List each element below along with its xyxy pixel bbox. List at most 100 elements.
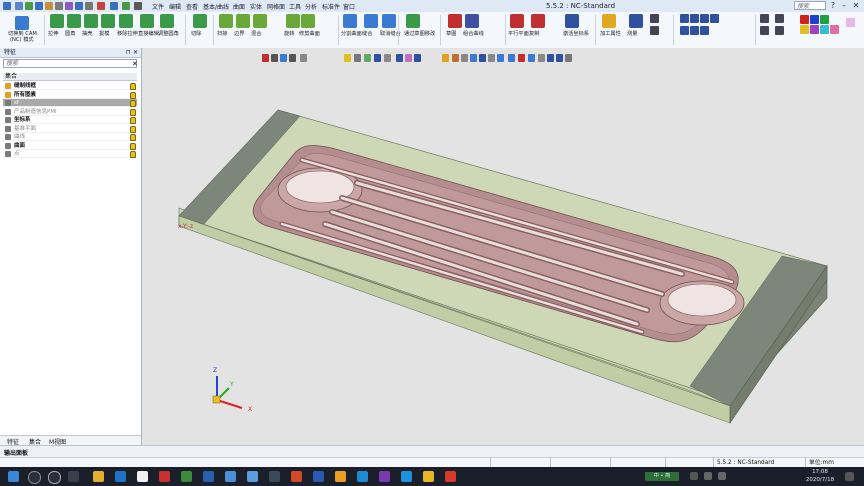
app-icon-red-2[interactable]: [445, 471, 456, 482]
menu-surface[interactable]: 曲面: [233, 2, 245, 11]
output-panel-label[interactable]: 输出面板: [4, 448, 28, 457]
app-icon-folder[interactable]: [269, 471, 280, 482]
tree-row[interactable]: 所有图素: [3, 91, 137, 99]
print-icon[interactable]: [55, 2, 63, 10]
color-palette[interactable]: [800, 15, 840, 43]
ribbon-small-icon[interactable]: [700, 26, 709, 35]
ribbon-small-icon[interactable]: [680, 26, 689, 35]
settings-icon[interactable]: [85, 2, 93, 10]
visibility-bulb-icon[interactable]: [130, 134, 136, 141]
visibility-bulb-icon[interactable]: [130, 151, 136, 158]
onenote-icon[interactable]: [379, 471, 390, 482]
tree-row[interactable]: 坐标系: [3, 116, 137, 124]
export-icon[interactable]: [75, 2, 83, 10]
menu-mesh[interactable]: 网格面: [267, 2, 285, 11]
tree-row[interactable]: 基准平面: [3, 125, 137, 133]
task-view-icon[interactable]: [68, 471, 79, 482]
undo-icon[interactable]: [97, 2, 105, 10]
tree-row[interactable]: 曲线: [3, 133, 137, 141]
app-icon-paper-plane[interactable]: [247, 471, 258, 482]
tray-volume-icon[interactable]: [718, 472, 726, 480]
tree-row[interactable]: sf: [3, 99, 137, 107]
ribbon-small-icon[interactable]: [775, 26, 784, 35]
panel-close-icon[interactable]: ✕: [133, 48, 138, 57]
notification-icon[interactable]: [845, 472, 854, 481]
menu-file[interactable]: 文件: [152, 2, 164, 11]
file-explorer-icon[interactable]: [93, 471, 104, 482]
close-button[interactable]: ✕: [850, 1, 862, 11]
menu-analysis[interactable]: 分析: [305, 2, 317, 11]
filter-icon[interactable]: [134, 2, 142, 10]
panel-search-input[interactable]: 搜索: [3, 59, 137, 68]
ime-indicator[interactable]: 中 ∙ 简: [645, 472, 679, 481]
edge-icon[interactable]: [401, 471, 412, 482]
menu-tools[interactable]: 工具: [289, 2, 301, 11]
minimize-button[interactable]: –: [838, 1, 850, 11]
menu-view[interactable]: 查看: [186, 2, 198, 11]
app-icon-paint[interactable]: [225, 471, 236, 482]
visibility-bulb-icon[interactable]: [130, 100, 136, 107]
tree-row[interactable]: 产品制造信息PMI: [3, 108, 137, 116]
menu-edit[interactable]: 编辑: [169, 2, 181, 11]
app-icon-cad[interactable]: [203, 471, 214, 482]
app-icon-green-cube[interactable]: [137, 471, 148, 482]
palette-icon[interactable]: [846, 18, 855, 27]
folder-icon[interactable]: [45, 2, 53, 10]
redo-icon[interactable]: [110, 2, 118, 10]
menu-solid[interactable]: 实体: [250, 2, 262, 11]
open-file-icon[interactable]: [25, 2, 33, 10]
visibility-bulb-icon[interactable]: [130, 108, 136, 116]
swatch-red[interactable]: [800, 15, 809, 24]
app-icon-orange[interactable]: [291, 471, 302, 482]
tray-network-icon[interactable]: [704, 472, 712, 480]
tree-row[interactable]: 缝制线框: [3, 82, 137, 90]
global-search-input[interactable]: 搜索: [794, 1, 826, 10]
swatch-purple[interactable]: [810, 25, 819, 34]
cortana-icon[interactable]: [48, 471, 61, 484]
swatch-cyan[interactable]: [820, 25, 829, 34]
visibility-bulb-icon[interactable]: [130, 91, 136, 99]
swatch-yellow[interactable]: [800, 25, 809, 34]
app-icon-green[interactable]: [181, 471, 192, 482]
ribbon-small-icon[interactable]: [760, 14, 769, 23]
cam-mode-button[interactable]: 切换到 CAM (NC) 模式: [6, 14, 40, 46]
swatch-blue[interactable]: [810, 15, 819, 24]
menu-standard-parts[interactable]: 标准件: [322, 2, 340, 11]
save-icon[interactable]: [35, 2, 43, 10]
visibility-bulb-icon[interactable]: [130, 142, 136, 150]
ribbon-small-icon[interactable]: [680, 14, 689, 23]
ribbon-small-icon[interactable]: [690, 26, 699, 35]
ribbon-small-icon[interactable]: [650, 26, 659, 35]
tree-row[interactable]: 点: [3, 150, 137, 158]
search-clear-icon[interactable]: ✕: [132, 60, 138, 68]
part-model[interactable]: x-Y:-z Z Y X: [142, 48, 864, 445]
ribbon-small-icon[interactable]: [650, 14, 659, 23]
clock-date[interactable]: 2020/7/18: [800, 477, 840, 483]
tools-icon[interactable]: [65, 2, 73, 10]
ribbon-small-icon[interactable]: [700, 14, 709, 23]
search-icon[interactable]: [28, 471, 41, 484]
menu-window[interactable]: 窗口: [343, 2, 355, 11]
ribbon-small-icon[interactable]: [775, 14, 784, 23]
app-icon-browser[interactable]: [357, 471, 368, 482]
swatch-pink[interactable]: [830, 25, 839, 34]
menu-basic-curve[interactable]: 基本/曲线: [203, 2, 229, 11]
app-icon-blue[interactable]: [115, 471, 126, 482]
3d-viewport[interactable]: x-Y:-z Z Y X: [142, 48, 864, 445]
windows-start-icon[interactable]: [8, 471, 19, 482]
visibility-bulb-icon[interactable]: [130, 83, 136, 90]
select-icon[interactable]: [122, 2, 130, 10]
tray-chevron-icon[interactable]: [690, 472, 698, 480]
ribbon-small-icon[interactable]: [690, 14, 699, 23]
visibility-bulb-icon[interactable]: [130, 125, 136, 133]
app-logo-icon[interactable]: [3, 2, 11, 10]
visibility-bulb-icon[interactable]: [130, 117, 136, 124]
panel-pin-icon[interactable]: ⊓: [126, 48, 131, 57]
ribbon-small-icon[interactable]: [760, 26, 769, 35]
app-icon-active-cad[interactable]: [335, 471, 346, 482]
ribbon-small-icon[interactable]: [710, 14, 719, 23]
app-icon-generic[interactable]: [313, 471, 324, 482]
new-file-icon[interactable]: [15, 2, 23, 10]
app-icon-red[interactable]: [159, 471, 170, 482]
tree-row[interactable]: 曲面: [3, 142, 137, 150]
